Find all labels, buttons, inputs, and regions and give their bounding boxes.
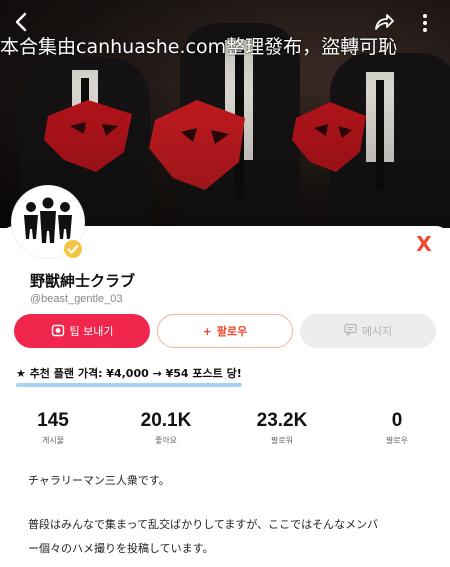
plan-highlight [16,383,242,387]
stat-label: 팔로우 [385,436,409,445]
recommended-plan-text[interactable]: ★ 추천 플랜 가격: ¥4,000 → ¥54 포스트 당! [16,365,242,383]
follow-button[interactable]: + 팔로우 [157,314,293,348]
stat-likes[interactable]: 20.1K 좋아요 [121,410,211,446]
bio-line-2: 普段はみんなで集まって乱交ばかりしてますが、ここではそんなメンバ [28,518,379,531]
message-label: 메시지 [361,325,393,338]
share-arrow-icon[interactable] [372,10,396,34]
follow-label: 팔로우 [216,325,248,338]
bio-line-1: チャラリーマン三人衆です。 [28,474,170,487]
stat-value: 0 [391,410,403,431]
profile-name: 野獣紳士クラブ [30,272,136,290]
stat-followers[interactable]: 23.2K 팔로워 [237,410,327,446]
verified-badge-icon [62,238,84,260]
more-dots-icon[interactable] [414,12,436,34]
plus-icon: + [202,324,212,338]
message-button[interactable]: 메시지 [300,314,436,348]
send-tip-label: 팁 보내기 [69,325,114,338]
bio-line-3: ー個々のハメ撮りを投稿しています。 [28,542,214,555]
profile-handle: @beast_gentle_03 [30,293,123,305]
close-x-icon[interactable]: X [414,234,434,254]
stat-posts[interactable]: 145 게시물 [8,410,98,446]
stat-label: 팔로워 [270,436,294,445]
stat-label: 좋아요 [154,436,178,445]
top-bar [0,0,450,40]
stat-following[interactable]: 0 팔로우 [352,410,442,446]
send-tip-button[interactable]: 팁 보내기 [14,314,150,348]
stat-value: 23.2K [256,410,308,431]
tip-coin-icon [51,323,65,340]
message-bubble-icon [344,323,357,339]
stat-value: 145 [37,410,69,431]
profile-stats: 145 게시물 20.1K 좋아요 23.2K 팔로워 0 팔로우 [0,410,450,450]
chevron-left-icon[interactable] [10,10,34,34]
stat-value: 20.1K [140,410,192,431]
stat-label: 게시물 [41,436,65,445]
